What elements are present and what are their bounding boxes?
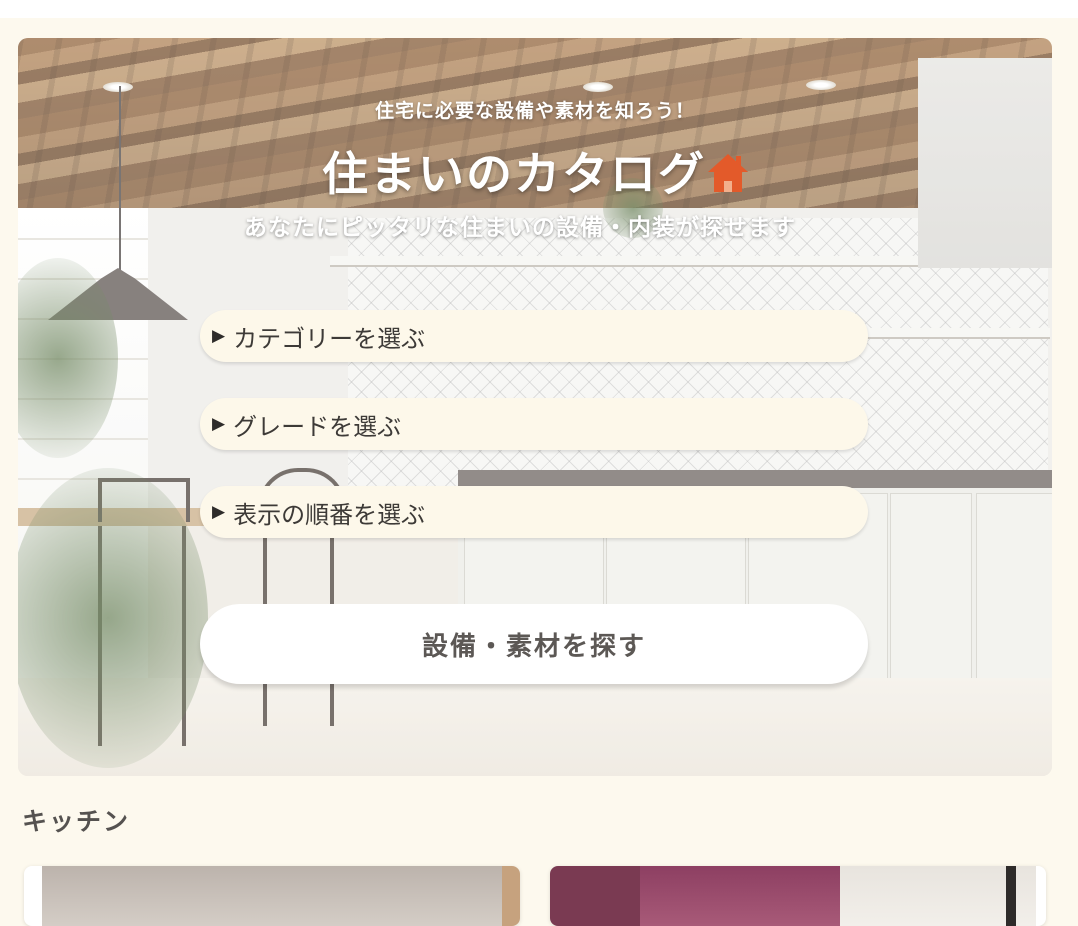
triangle-right-icon: ▶ xyxy=(212,326,226,346)
product-card[interactable] xyxy=(550,866,1046,926)
grade-select-label: グレードを選ぶ xyxy=(233,412,402,441)
sort-order-select[interactable]: ▶ 表示の順番を選ぶ xyxy=(200,486,868,538)
sort-order-select-label: 表示の順番を選ぶ xyxy=(233,500,426,529)
hero-subtitle: 住宅に必要な設備や素材を知ろう！ xyxy=(374,100,695,122)
grade-select[interactable]: ▶ グレードを選ぶ xyxy=(200,398,868,450)
card-image xyxy=(640,866,840,926)
hero-description: あなたにピッタリな住まいの設備・内装が探せます xyxy=(244,215,796,241)
card-image xyxy=(550,866,640,926)
page-title: 住まいのカタログ xyxy=(18,138,1052,204)
triangle-right-icon: ▶ xyxy=(212,414,226,434)
top-bar xyxy=(0,0,1078,18)
house-icon xyxy=(708,154,748,192)
card-image-edge xyxy=(502,866,520,926)
card-image-frame xyxy=(1006,866,1016,926)
product-card[interactable] xyxy=(24,866,520,926)
card-image xyxy=(42,866,502,926)
triangle-right-icon: ▶ xyxy=(212,502,226,522)
hero-banner: 住宅に必要な設備や素材を知ろう！ 住まいのカタログ あなたにピッタリな住まいの設… xyxy=(18,38,1052,776)
section-heading-kitchen: キッチン xyxy=(22,807,131,836)
category-select-label: カテゴリーを選ぶ xyxy=(233,324,426,353)
category-select[interactable]: ▶ カテゴリーを選ぶ xyxy=(200,310,868,362)
search-equipment-button[interactable]: 設備・素材を探す xyxy=(200,604,868,684)
page-title-text: 住まいのカタログ xyxy=(322,147,706,201)
